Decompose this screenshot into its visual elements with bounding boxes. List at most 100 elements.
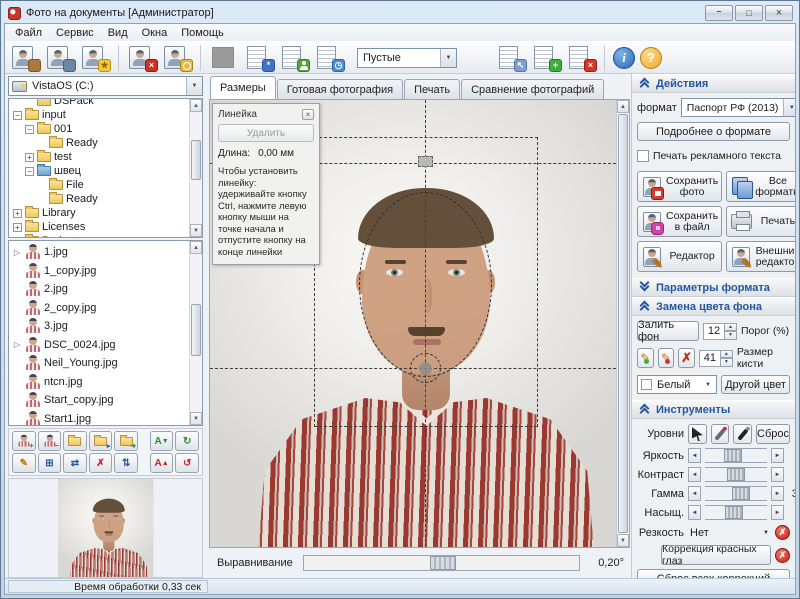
reset-redeye-button[interactable] — [775, 548, 790, 563]
capture-camera-button[interactable] — [45, 44, 75, 71]
menu-file[interactable]: Файл — [8, 26, 49, 40]
tree-item[interactable]: File — [13, 178, 202, 192]
menu-windows[interactable]: Окна — [135, 26, 175, 40]
clear-mask-button[interactable]: ✗ — [678, 348, 695, 368]
slider-right-icon[interactable]: ► — [771, 467, 784, 482]
alignment-slider-thumb[interactable] — [430, 556, 456, 570]
scroll-up-icon[interactable]: ▲ — [190, 99, 202, 112]
brightness-slider[interactable] — [705, 448, 767, 463]
expand-icon[interactable]: ▷ — [13, 340, 21, 349]
browse-folder-button[interactable]: ▸ — [89, 431, 113, 451]
preset-dropdown[interactable]: Пустые — [357, 48, 457, 68]
collapse-icon[interactable]: − — [25, 125, 34, 134]
new-photo-button[interactable]: ★ — [80, 44, 110, 71]
file-item[interactable]: Start_copy.jpg — [11, 391, 202, 410]
ad-text-checkbox[interactable] — [637, 150, 649, 162]
move-button[interactable]: ⇄ — [63, 453, 87, 473]
tab-compare[interactable]: Сравнение фотографий — [461, 79, 604, 99]
slider-right-icon[interactable]: ► — [771, 448, 784, 463]
minimize-button[interactable] — [705, 5, 733, 21]
spin-down-icon[interactable]: ▼ — [721, 358, 733, 367]
reset-list-button[interactable]: ↺ — [175, 453, 199, 473]
tree-item-selected[interactable]: −швец — [13, 164, 202, 178]
chevron-down-icon[interactable] — [783, 99, 795, 116]
order-open-button[interactable]: ↖ — [496, 44, 526, 71]
slider-left-icon[interactable]: ◄ — [688, 505, 701, 520]
tree-item[interactable]: DSPack — [13, 98, 202, 108]
client-list-button[interactable] — [279, 44, 309, 71]
fill-background-button[interactable]: Залить фон — [637, 321, 699, 341]
open-person-button[interactable] — [10, 44, 40, 71]
external-editor-button[interactable]: Внешний редактор — [726, 241, 795, 272]
reset-sharpness-button[interactable] — [775, 525, 790, 540]
slider-thumb[interactable] — [725, 506, 743, 519]
sharpness-dropdown[interactable]: Нет ▼ — [688, 524, 771, 541]
close-button[interactable] — [765, 5, 793, 21]
collapse-icon[interactable]: − — [13, 111, 22, 120]
help-button[interactable]: ? — [640, 47, 662, 69]
tree-item[interactable]: −input — [13, 108, 202, 122]
settings-button[interactable]: * — [244, 44, 274, 71]
slider-thumb[interactable] — [732, 487, 750, 500]
drive-dropdown[interactable]: VistaOS (C:) — [8, 76, 203, 96]
section-tools[interactable]: Инструменты — [632, 400, 795, 419]
search-photo-button[interactable] — [162, 44, 192, 71]
file-item[interactable]: ▷DSC_0024.jpg — [11, 336, 202, 355]
tab-sizes[interactable]: Размеры — [210, 76, 276, 99]
saturation-slider[interactable] — [705, 505, 767, 520]
redeye-correction-button[interactable]: Коррекция красных глаз — [661, 545, 771, 565]
save-to-file-button[interactable]: Сохранить в файл — [637, 206, 722, 237]
info-button[interactable]: i — [613, 47, 635, 69]
chevron-down-icon[interactable] — [186, 77, 202, 95]
close-icon[interactable] — [302, 109, 314, 120]
slider-left-icon[interactable]: ◄ — [688, 467, 701, 482]
print-button[interactable]: Печать — [726, 206, 795, 237]
save-photo-button[interactable]: Сохранить фото — [637, 171, 722, 202]
other-color-button[interactable]: Другой цвет — [721, 375, 790, 394]
file-item[interactable]: Start1.jpg — [11, 410, 202, 427]
scroll-thumb[interactable] — [618, 114, 628, 533]
remove-item-button[interactable]: − — [38, 431, 62, 451]
all-formats-button[interactable]: Все форматы — [726, 171, 795, 202]
tree-item[interactable]: +Projects — [13, 234, 202, 238]
contrast-slider[interactable] — [705, 467, 767, 482]
rename-button[interactable]: ✎ — [12, 453, 36, 473]
expand-icon[interactable]: + — [13, 209, 22, 218]
section-bg-replace[interactable]: Замена цвета фона — [632, 297, 795, 316]
ruler-delete-button[interactable]: Удалить — [218, 124, 314, 142]
scroll-down-icon[interactable]: ▼ — [190, 224, 202, 237]
brush-draw-button[interactable]: ✎ — [637, 348, 654, 368]
white-point-pipette-button[interactable] — [711, 424, 730, 444]
chevron-down-icon[interactable] — [440, 49, 456, 67]
scroll-up-icon[interactable]: ▲ — [190, 241, 202, 254]
tree-item[interactable]: Ready — [13, 136, 202, 150]
levels-cursor-button[interactable] — [688, 424, 707, 444]
spin-up-icon[interactable]: ▲ — [725, 323, 737, 332]
slider-thumb[interactable] — [727, 468, 745, 481]
sort-desc-button[interactable]: A▲ — [150, 453, 174, 473]
collapse-icon[interactable]: − — [25, 167, 34, 176]
file-item[interactable]: 2.jpg — [11, 280, 202, 299]
copy-button[interactable]: ⊞ — [38, 453, 62, 473]
slider-left-icon[interactable]: ◄ — [688, 448, 701, 463]
tree-item[interactable]: −001 — [13, 122, 202, 136]
refresh-button[interactable]: ↻ — [175, 431, 199, 451]
bg-color-dropdown[interactable]: Белый — [637, 375, 717, 394]
maximize-button[interactable] — [735, 5, 763, 21]
slider-right-icon[interactable]: ► — [771, 505, 784, 520]
history-button[interactable]: ◷ — [314, 44, 344, 71]
tree-item[interactable]: Ready — [13, 192, 202, 206]
delete-file-button[interactable]: ✗ — [89, 453, 113, 473]
spin-down-icon[interactable]: ▼ — [725, 331, 737, 340]
delete-photo-button[interactable]: × — [127, 44, 157, 71]
slider-right-icon[interactable]: ► — [771, 486, 784, 501]
scroll-down-icon[interactable]: ▼ — [190, 412, 202, 425]
order-add-button[interactable]: + — [531, 44, 561, 71]
order-remove-button[interactable]: × — [566, 44, 596, 71]
scroll-up-icon[interactable]: ▲ — [617, 100, 629, 113]
alignment-slider[interactable] — [303, 555, 580, 571]
expand-icon[interactable]: + — [13, 237, 22, 239]
black-point-pipette-button[interactable] — [733, 424, 752, 444]
tab-print[interactable]: Печать — [404, 79, 460, 99]
levels-reset-button[interactable]: Сброс — [756, 424, 790, 444]
